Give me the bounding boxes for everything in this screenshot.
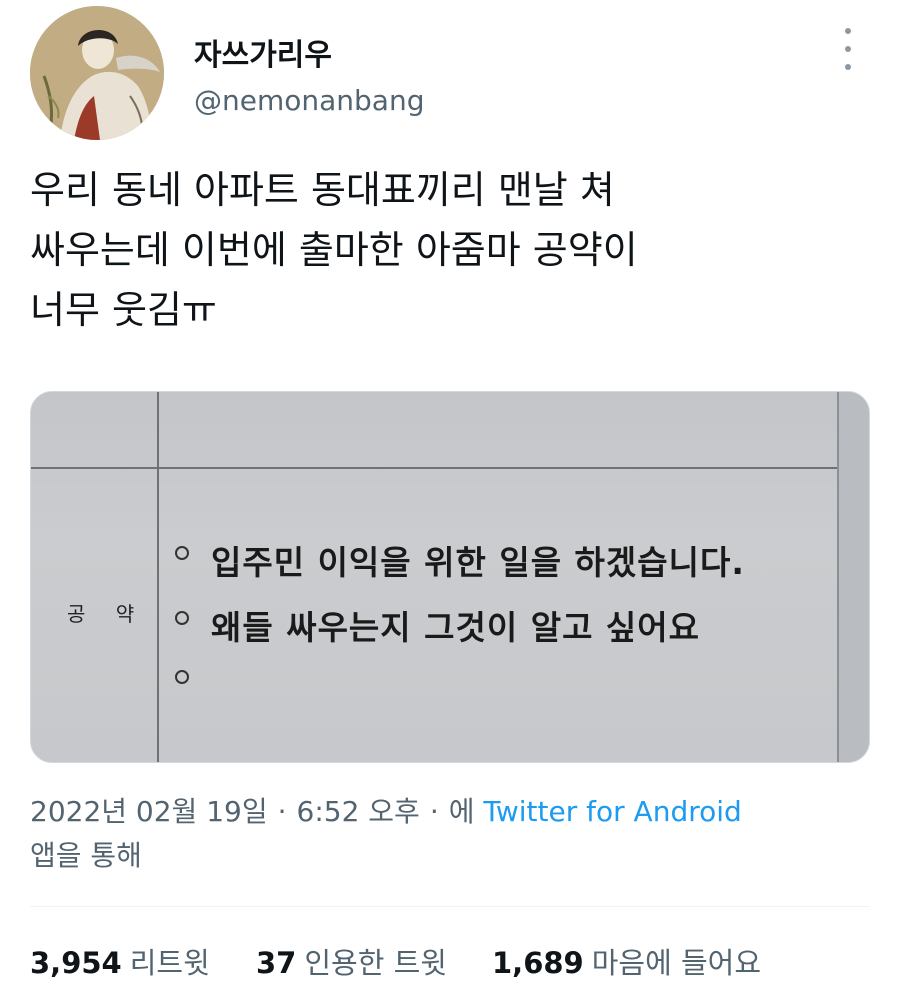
likes-stat[interactable]: 1,689 마음에 들어요: [492, 940, 761, 982]
quotes-stat[interactable]: 37 인용한 트윗: [256, 940, 447, 982]
avatar[interactable]: [30, 6, 164, 140]
like-count: 1,689: [492, 946, 584, 980]
tweet-media-photo[interactable]: 공 약 입주민 이익을 위한 일을 하겠습니다. 왜들 싸우는지 그것이 알고 …: [30, 391, 870, 763]
pledge-item: 입주민 이익을 위한 일을 하겠습니다.: [211, 543, 745, 582]
avatar-painting-image: [30, 6, 164, 140]
bullet-circle-icon: [175, 546, 189, 560]
like-label: 마음에 들어요: [591, 946, 762, 980]
divider: [30, 906, 870, 907]
source-link[interactable]: Twitter for Android: [483, 795, 741, 828]
table-rule: [31, 467, 837, 469]
via-suffix: 앱을 통해: [30, 839, 142, 872]
display-name[interactable]: 자쓰가리우: [194, 30, 332, 74]
bullet-circle-icon: [175, 670, 189, 684]
tweet-date[interactable]: 2022년 02월 19일: [30, 795, 268, 828]
tweet-stats: 3,954 리트윗 37 인용한 트윗 1,689 마음에 들어요: [30, 940, 870, 984]
paper-edge: [837, 392, 869, 762]
tweet-text-line: 우리 동네 아파트 동대표끼리 맨날 쳐: [30, 168, 615, 212]
user-handle[interactable]: @nemonanbang: [194, 84, 424, 117]
retweet-count: 3,954: [30, 946, 122, 980]
quote-count: 37: [256, 946, 297, 980]
via-prefix: 에: [448, 795, 475, 828]
table-rule: [157, 392, 159, 762]
table-rule: [837, 392, 839, 762]
dot-separator: ·: [277, 795, 287, 828]
tweet-text: 우리 동네 아파트 동대표끼리 맨날 쳐 싸우는데 이번에 출마한 아줌마 공약…: [30, 160, 860, 340]
tweet-text-line: 싸우는데 이번에 출마한 아줌마 공약이: [30, 228, 638, 272]
retweet-label: 리트윗: [129, 946, 210, 980]
quote-label: 인용한 트윗: [304, 946, 447, 980]
tweet-time[interactable]: 6:52 오후: [297, 795, 420, 828]
retweets-stat[interactable]: 3,954 리트윗: [30, 940, 210, 982]
more-vertical-icon[interactable]: [836, 28, 860, 70]
bullet-circle-icon: [175, 611, 189, 625]
tweet-text-line: 너무 웃김ㅠ: [30, 288, 217, 332]
pledge-item: 왜들 싸우는지 그것이 알고 싶어요: [211, 608, 700, 647]
pledge-field-label: 공 약: [67, 602, 147, 626]
tweet-header: 자쓰가리우 @nemonanbang: [30, 6, 870, 140]
tweet-metadata: 2022년 02월 19일 · 6:52 오후 · 에 Twitter for Andr…: [30, 790, 870, 878]
dot-separator: ·: [429, 795, 439, 828]
